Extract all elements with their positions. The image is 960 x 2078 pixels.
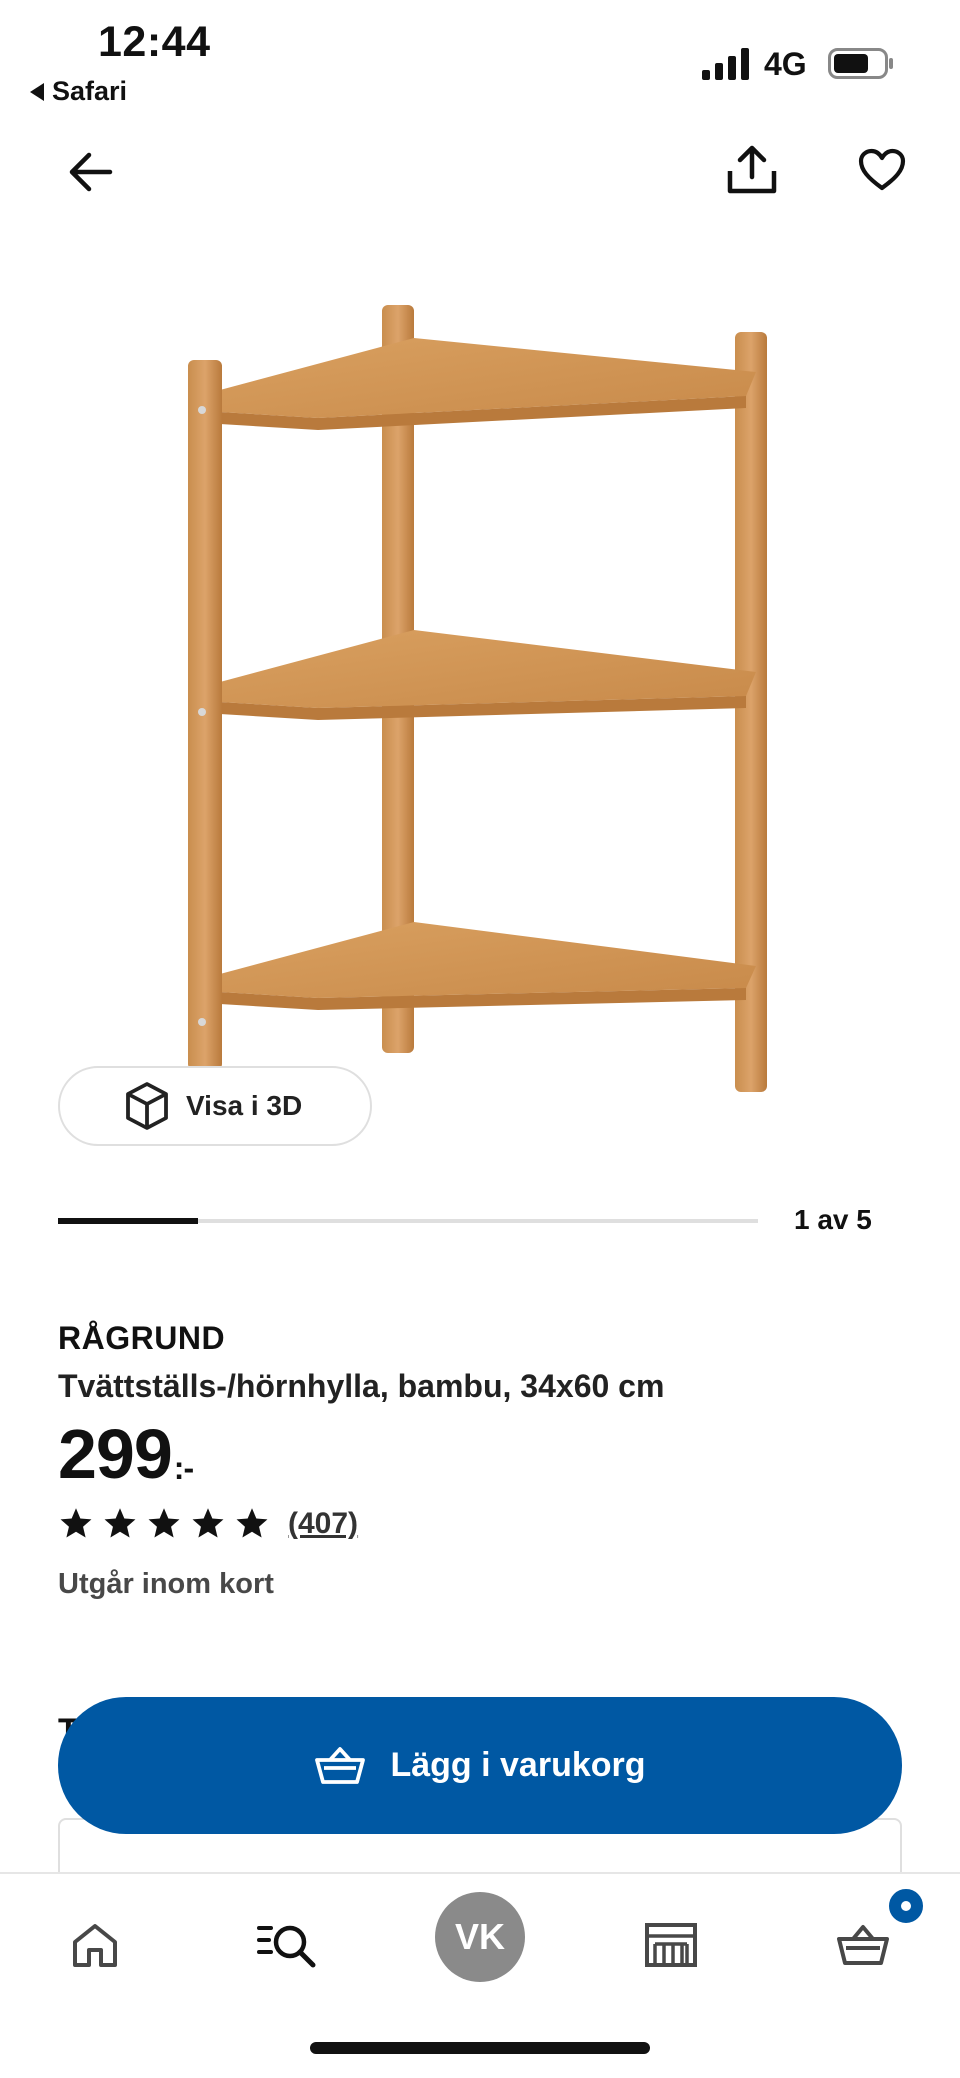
shopping-basket-icon [315, 1746, 366, 1784]
avatar[interactable]: VK [435, 1892, 525, 1982]
tab-search[interactable] [242, 1900, 332, 1990]
product-rating[interactable]: (407) [58, 1506, 358, 1542]
home-icon [73, 1924, 117, 1967]
review-count-link[interactable]: (407) [288, 1507, 358, 1541]
search-list-icon [257, 1925, 316, 1968]
view-3d-button[interactable]: Visa i 3D [58, 1066, 372, 1146]
cube-3d-icon [126, 1082, 168, 1130]
star-icon [192, 1508, 224, 1538]
product-price: 299:- [58, 1414, 194, 1494]
tab-stores[interactable] [626, 1900, 716, 1990]
back-button[interactable] [58, 140, 122, 204]
tab-home[interactable] [50, 1900, 140, 1990]
cellular-signal-icon [702, 48, 749, 80]
cart-icon [837, 1925, 889, 1965]
heart-icon [858, 148, 906, 191]
shelf-top [220, 338, 756, 430]
status-time: 12:44 [98, 18, 211, 66]
gallery-progress [58, 1218, 758, 1224]
cart-badge-dot [901, 1901, 911, 1911]
back-triangle-icon [30, 82, 44, 101]
add-to-cart-button[interactable]: Lägg i varukorg [58, 1697, 902, 1834]
view-3d-label: Visa i 3D [186, 1090, 303, 1121]
share-icon [727, 145, 777, 194]
product-brand: RÅGRUND [58, 1320, 226, 1356]
rating-stars [58, 1506, 270, 1542]
star-icon [148, 1508, 180, 1538]
shelf-bottom [220, 922, 756, 1010]
back-app-label: Safari [52, 76, 128, 106]
star-icon [104, 1508, 136, 1538]
arrow-left-icon [69, 152, 113, 192]
price-suffix: :- [173, 1450, 194, 1486]
network-type: 4G [764, 46, 807, 82]
star-icon [60, 1508, 92, 1538]
gallery-progress-fill [58, 1218, 198, 1224]
gallery-page-indicator: 1 av 5 [794, 1204, 872, 1235]
shelf-middle [220, 630, 756, 720]
product-description: Tvättställs-/hörnhylla, bambu, 34x60 cm [58, 1368, 665, 1404]
price-value: 299 [58, 1415, 173, 1493]
add-to-cart-label: Lägg i varukorg [390, 1746, 646, 1784]
share-button[interactable] [718, 136, 786, 204]
product-image[interactable] [150, 290, 790, 1110]
home-indicator[interactable] [310, 2042, 650, 2054]
star-icon [236, 1508, 268, 1538]
store-icon [645, 1923, 697, 1967]
cart-badge [886, 1886, 926, 1926]
back-to-app[interactable]: Safari [30, 76, 127, 107]
availability-status: Utgår inom kort [58, 1568, 274, 1600]
battery-icon [828, 48, 893, 79]
favorite-button[interactable] [848, 136, 916, 204]
